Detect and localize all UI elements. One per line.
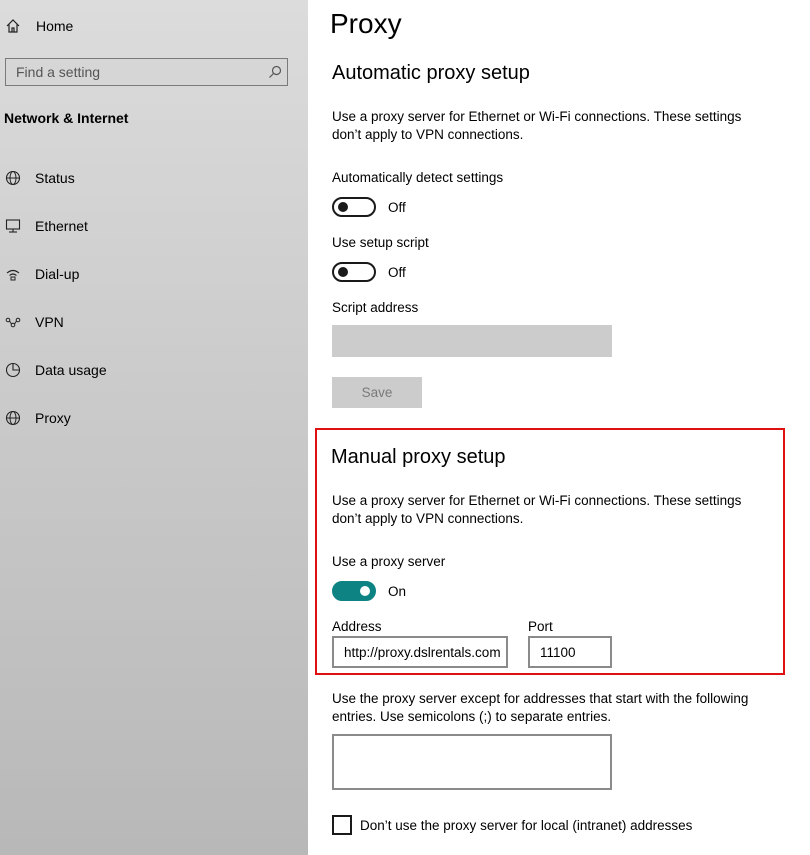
setup-script-state: Off: [388, 264, 406, 280]
exceptions-description: Use the proxy server except for addresse…: [332, 691, 749, 724]
setup-script-toggle-row: Off: [332, 262, 406, 282]
auto-detect-state: Off: [388, 199, 406, 215]
vpn-icon: [4, 313, 22, 331]
sidebar-item-dial-up[interactable]: Dial-up: [4, 262, 79, 286]
port-label: Port: [528, 619, 553, 634]
automatic-proxy-description: Use a proxy server for Ethernet or Wi-Fi…: [332, 109, 742, 142]
sidebar-item-label: Dial-up: [35, 266, 80, 282]
search-icon[interactable]: [263, 65, 287, 79]
local-bypass-checkbox[interactable]: [332, 815, 352, 835]
sidebar: Home Network & Internet Status Ethernet …: [0, 0, 308, 855]
setup-script-label: Use setup script: [332, 235, 429, 250]
ethernet-icon: [4, 217, 22, 235]
home-label: Home: [36, 18, 74, 34]
sidebar-item-label: Ethernet: [35, 218, 88, 234]
sidebar-item-ethernet[interactable]: Ethernet: [4, 214, 88, 238]
dial-up-icon: [4, 265, 22, 283]
automatic-proxy-heading: Automatic proxy setup: [332, 62, 530, 84]
sidebar-item-proxy[interactable]: Proxy: [4, 406, 71, 430]
local-bypass-row: Don’t use the proxy server for local (in…: [332, 815, 692, 835]
auto-detect-toggle[interactable]: [332, 197, 376, 217]
script-address-input: [332, 325, 612, 357]
manual-proxy-description: Use a proxy server for Ethernet or Wi-Fi…: [332, 493, 742, 526]
address-input[interactable]: http://proxy.dslrentals.com: [332, 636, 508, 668]
search-input[interactable]: [6, 63, 263, 81]
setup-script-toggle[interactable]: [332, 262, 376, 282]
sidebar-item-label: Data usage: [35, 362, 107, 378]
home-nav[interactable]: Home: [4, 14, 73, 38]
toggle-knob: [338, 267, 348, 277]
use-proxy-label: Use a proxy server: [332, 554, 446, 569]
sidebar-item-data-usage[interactable]: Data usage: [4, 358, 107, 382]
sidebar-item-label: VPN: [35, 314, 64, 330]
globe-icon: [4, 409, 22, 427]
address-label: Address: [332, 619, 382, 634]
local-bypass-label: Don’t use the proxy server for local (in…: [360, 817, 693, 833]
sidebar-item-status[interactable]: Status: [4, 166, 75, 190]
sidebar-item-label: Proxy: [35, 410, 71, 426]
auto-detect-label: Automatically detect settings: [332, 170, 504, 185]
search-box[interactable]: [5, 58, 288, 86]
script-address-label: Script address: [332, 300, 419, 315]
toggle-knob: [338, 202, 348, 212]
toggle-knob: [360, 586, 370, 596]
manual-proxy-heading: Manual proxy setup: [331, 446, 506, 468]
page-title: Proxy: [330, 8, 402, 39]
sidebar-item-label: Status: [35, 170, 75, 186]
sidebar-item-vpn[interactable]: VPN: [4, 310, 64, 334]
use-proxy-toggle-row: On: [332, 581, 406, 601]
exceptions-input[interactable]: [332, 734, 612, 790]
port-input[interactable]: 11100: [528, 636, 612, 668]
home-icon: [4, 17, 22, 35]
main-content: Proxy Automatic proxy setup Use a proxy …: [308, 0, 810, 855]
save-button[interactable]: Save: [332, 377, 422, 408]
use-proxy-toggle[interactable]: [332, 581, 376, 601]
globe-status-icon: [4, 169, 22, 187]
use-proxy-state: On: [388, 583, 407, 599]
section-title: Network & Internet: [4, 110, 129, 126]
auto-detect-toggle-row: Off: [332, 197, 406, 217]
data-usage-icon: [4, 361, 22, 379]
